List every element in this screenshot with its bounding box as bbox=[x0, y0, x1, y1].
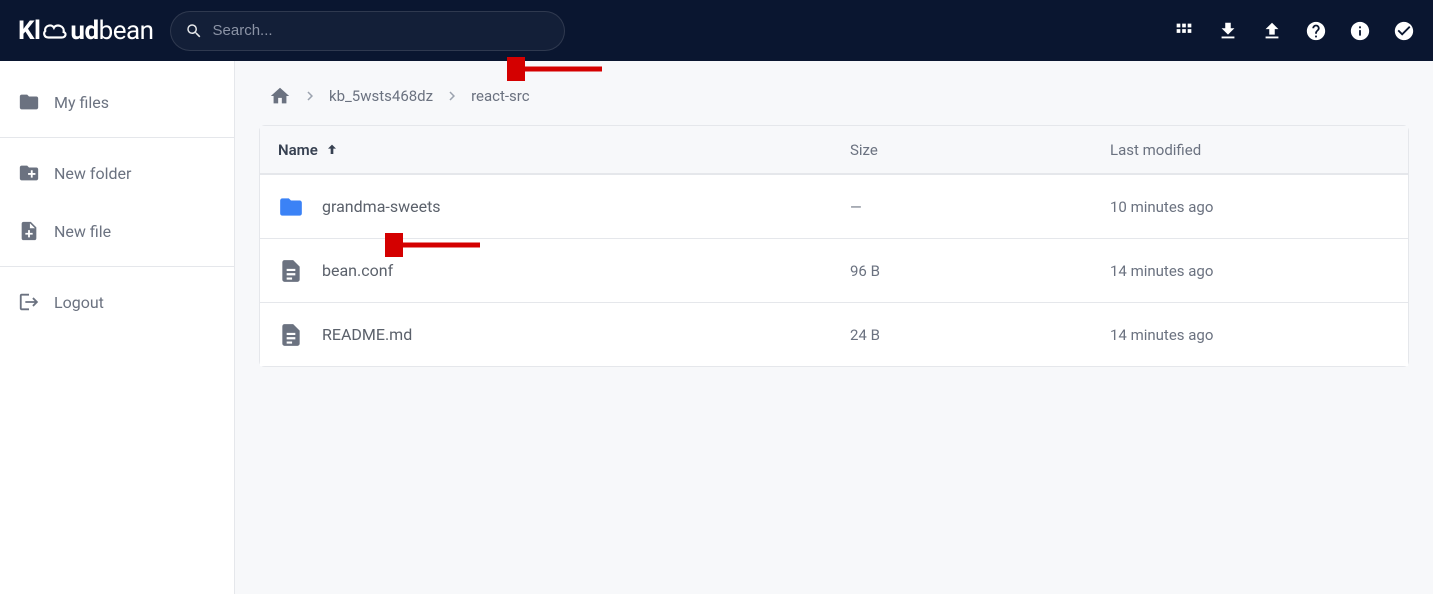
search-box[interactable] bbox=[170, 11, 565, 51]
row-size: 24 B bbox=[850, 326, 1110, 344]
add-folder-icon bbox=[18, 162, 40, 184]
row-size: — bbox=[850, 198, 1110, 216]
col-header-size[interactable]: Size bbox=[850, 141, 1110, 159]
sidebar-item-my-files[interactable]: My files bbox=[0, 73, 234, 131]
sort-asc-icon bbox=[324, 142, 340, 158]
chevron-right-icon bbox=[301, 87, 319, 105]
row-modified: 14 minutes ago bbox=[1110, 262, 1390, 280]
sidebar-item-logout[interactable]: Logout bbox=[0, 273, 234, 331]
breadcrumb-current[interactable]: react-src bbox=[471, 87, 530, 105]
upload-icon[interactable] bbox=[1261, 20, 1283, 42]
topbar-actions bbox=[1173, 20, 1415, 42]
sidebar-item-label: New folder bbox=[54, 164, 131, 183]
check-circle-icon[interactable] bbox=[1393, 20, 1415, 42]
sidebar-item-label: My files bbox=[54, 93, 109, 112]
topbar: Kl udbean bbox=[0, 0, 1433, 61]
search-input[interactable] bbox=[213, 22, 550, 39]
row-modified: 10 minutes ago bbox=[1110, 198, 1390, 216]
folder-icon bbox=[18, 91, 40, 113]
help-icon[interactable] bbox=[1305, 20, 1327, 42]
sidebar-item-new-folder[interactable]: New folder bbox=[0, 144, 234, 202]
main-content: kb_5wsts468dz react-src Name Size Last m… bbox=[235, 61, 1433, 594]
table-row[interactable]: grandma-sweets — 10 minutes ago bbox=[260, 174, 1408, 238]
add-file-icon bbox=[18, 220, 40, 242]
annotation-arrow bbox=[507, 57, 607, 81]
breadcrumb-link[interactable]: kb_5wsts468dz bbox=[329, 87, 433, 105]
brand-logo[interactable]: Kl udbean bbox=[18, 16, 154, 46]
col-header-name[interactable]: Name bbox=[278, 141, 850, 159]
cloud-icon bbox=[42, 21, 68, 41]
sidebar-item-new-file[interactable]: New file bbox=[0, 202, 234, 260]
table-row[interactable]: README.md 24 B 14 minutes ago bbox=[260, 302, 1408, 366]
file-icon bbox=[278, 322, 304, 348]
info-icon[interactable] bbox=[1349, 20, 1371, 42]
sidebar: My files New folder New file Logout bbox=[0, 61, 235, 594]
brand-text: Kl bbox=[18, 16, 40, 46]
table-header: Name Size Last modified bbox=[260, 126, 1408, 174]
col-header-modified[interactable]: Last modified bbox=[1110, 141, 1390, 159]
row-name: bean.conf bbox=[322, 261, 393, 280]
row-modified: 14 minutes ago bbox=[1110, 326, 1390, 344]
row-name: README.md bbox=[322, 325, 412, 344]
logout-icon bbox=[18, 291, 40, 313]
grid-icon[interactable] bbox=[1173, 20, 1195, 42]
row-size: 96 B bbox=[850, 262, 1110, 280]
brand-text: bean bbox=[99, 16, 154, 46]
chevron-right-icon bbox=[443, 87, 461, 105]
folder-icon bbox=[278, 194, 304, 220]
sidebar-item-label: New file bbox=[54, 222, 111, 241]
search-icon bbox=[185, 22, 203, 40]
row-name: grandma-sweets bbox=[322, 197, 441, 216]
brand-text: ud bbox=[70, 16, 98, 46]
file-table: Name Size Last modified grandma-sweets —… bbox=[259, 125, 1409, 367]
file-icon bbox=[278, 258, 304, 284]
home-icon[interactable] bbox=[269, 85, 291, 107]
download-icon[interactable] bbox=[1217, 20, 1239, 42]
table-row[interactable]: bean.conf 96 B 14 minutes ago bbox=[260, 238, 1408, 302]
sidebar-item-label: Logout bbox=[54, 293, 104, 312]
breadcrumb: kb_5wsts468dz react-src bbox=[259, 81, 1409, 125]
